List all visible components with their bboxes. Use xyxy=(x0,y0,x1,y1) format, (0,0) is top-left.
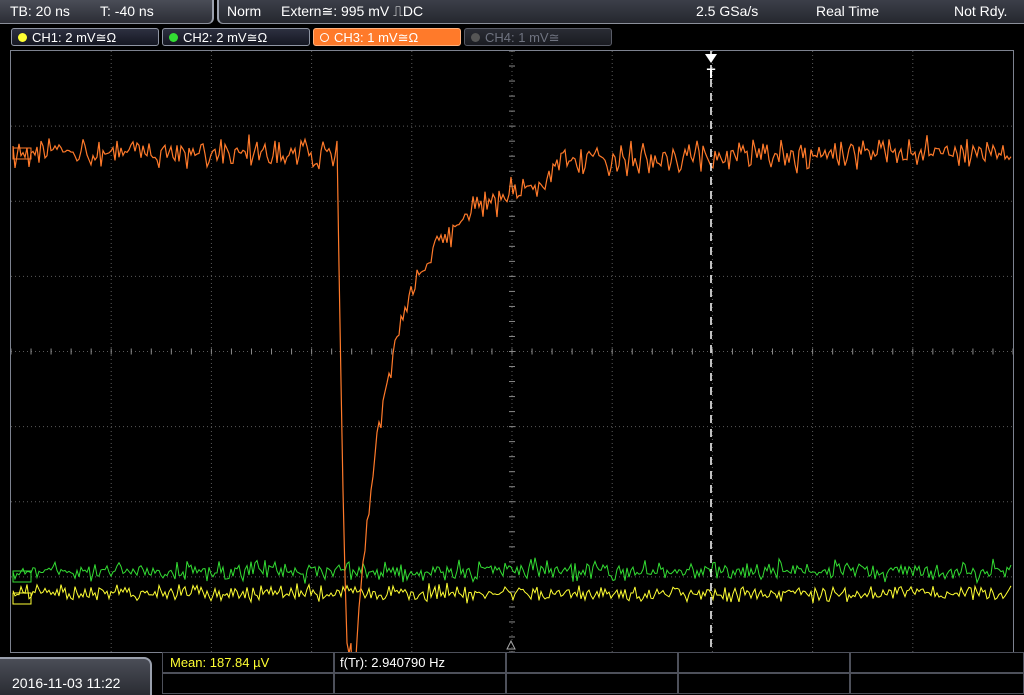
datetime-label: 2016-11-03 11:22 xyxy=(12,675,121,691)
measurement-cell[interactable]: Mean: 187.84 µV xyxy=(162,652,334,673)
measurement-cell[interactable] xyxy=(850,652,1024,673)
trigger-arrow-icon xyxy=(705,54,717,63)
status-bar: TB: 20 ns T: -40 ns Norm Extern≅: 995 mV… xyxy=(0,0,1024,24)
measurement-cell[interactable] xyxy=(850,673,1024,694)
timebase-value[interactable]: TB: 20 ns xyxy=(10,3,70,19)
frequency-measurement: f(Tr): 2.940790 Hz xyxy=(340,655,446,670)
channel-label: CH3: 1 mV≅Ω xyxy=(334,30,419,45)
channel-label: CH2: 2 mV≅Ω xyxy=(183,30,268,45)
ch3-trace xyxy=(12,134,1012,652)
channel-tab-ch1[interactable]: CH1: 2 mV≅Ω xyxy=(11,28,159,46)
sample-rate[interactable]: 2.5 GSa/s xyxy=(696,3,758,19)
ch1-trace xyxy=(12,582,1012,604)
mean-measurement: Mean: 187.84 µV xyxy=(170,655,270,670)
waveform-graticule: T xyxy=(11,51,1013,652)
measurement-panel[interactable]: Mean: 187.84 µV f(Tr): 2.940790 Hz xyxy=(162,652,1024,695)
datetime-panel: 2016-11-03 11:22 xyxy=(0,657,152,695)
measurement-cell[interactable] xyxy=(506,673,678,694)
channel-tab-ch3[interactable]: CH3: 1 mV≅Ω xyxy=(313,28,461,46)
bottom-trigger-marker-icon xyxy=(506,639,516,650)
measurement-cell[interactable] xyxy=(506,652,678,673)
trigger-time-value[interactable]: T: -40 ns xyxy=(100,3,154,19)
trigger-marker-label: T xyxy=(707,65,716,81)
measurement-cell[interactable] xyxy=(334,673,506,694)
trigger-source[interactable]: Extern≅: 995 mV ⎍DC xyxy=(281,3,423,20)
measurement-cell[interactable] xyxy=(162,673,334,694)
acquisition-panel[interactable]: Norm Extern≅: 995 mV ⎍DC 2.5 GSa/s Real … xyxy=(217,0,1024,24)
waveform-display[interactable]: T xyxy=(10,50,1014,653)
measurement-cell[interactable] xyxy=(678,673,850,694)
channel-label: CH4: 1 mV≅ xyxy=(485,30,560,45)
channel-tab-ch2[interactable]: CH2: 2 mV≅Ω xyxy=(162,28,310,46)
measurement-cell[interactable] xyxy=(678,652,850,673)
channel-tab-ch4[interactable]: CH4: 1 mV≅ xyxy=(464,28,612,46)
timebase-panel[interactable]: TB: 20 ns T: -40 ns xyxy=(0,0,214,24)
run-status: Not Rdy. xyxy=(954,3,1008,19)
channel-label: CH1: 2 mV≅Ω xyxy=(32,30,117,45)
acquisition-mode[interactable]: Real Time xyxy=(816,3,879,19)
measurement-cell[interactable]: f(Tr): 2.940790 Hz xyxy=(334,652,506,673)
ch1-color-dot-icon xyxy=(18,33,27,42)
ch3-color-dot-icon xyxy=(320,33,329,42)
ch4-color-dot-icon xyxy=(471,33,480,42)
ch2-color-dot-icon xyxy=(169,33,178,42)
trigger-mode[interactable]: Norm xyxy=(227,3,261,19)
